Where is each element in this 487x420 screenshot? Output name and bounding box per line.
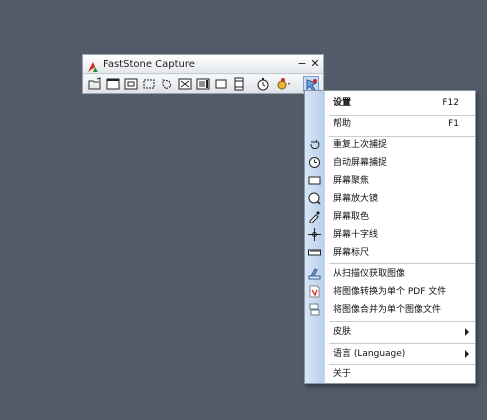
menu-item-settings[interactable]: 设置 F12 — [305, 94, 475, 112]
pdf-icon — [308, 285, 321, 298]
delay-timer-icon[interactable] — [255, 76, 271, 92]
close-button[interactable]: ✕ — [309, 56, 321, 71]
menu-separator — [329, 263, 475, 264]
menu-item-shortcut: F12 — [442, 98, 459, 108]
window-title: FastStone Capture — [103, 58, 195, 70]
menu-item-shortcut: F1 — [448, 119, 459, 129]
menu-item-help[interactable]: 帮助 F1 — [305, 115, 475, 133]
menu-item-label: 自动屏幕捕捉 — [333, 158, 388, 168]
crosshair-icon — [308, 228, 321, 241]
menu-separator — [329, 321, 475, 322]
open-icon[interactable] — [87, 76, 103, 92]
menu-item-label: 将图像合并为单个图像文件 — [333, 305, 442, 315]
menu-item-combine-images[interactable]: 将图像合并为单个图像文件 — [305, 301, 475, 319]
capture-rectangle-icon[interactable] — [141, 76, 157, 92]
menu-item-about[interactable]: 关于 — [305, 365, 475, 383]
submenu-arrow-icon — [465, 350, 469, 358]
menu-item-from-scanner[interactable]: 从扫描仪获取图像 — [305, 265, 475, 283]
ruler-icon — [308, 246, 321, 259]
capture-toolbar-window: FastStone Capture − ✕ — [82, 54, 324, 94]
capture-freehand-icon[interactable] — [159, 76, 175, 92]
capture-scrolling-icon[interactable] — [195, 76, 211, 92]
eyedropper-icon — [308, 210, 321, 223]
scanner-icon — [308, 267, 321, 280]
menu-item-label: 屏幕标尺 — [333, 248, 370, 258]
menu-item-label: 从扫描仪获取图像 — [333, 269, 406, 279]
menu-item-language[interactable]: 语言 (Language) — [305, 345, 475, 363]
menu-item-screen-focus[interactable]: 屏幕聚焦 — [305, 172, 475, 190]
menu-separator — [329, 343, 475, 344]
menu-item-label: 语言 (Language) — [333, 349, 406, 359]
screen-recorder-icon[interactable] — [231, 76, 247, 92]
menu-item-skin[interactable]: 皮肤 — [305, 323, 475, 341]
menu-item-label: 重复上次捕捉 — [333, 140, 388, 150]
menu-item-convert-to-pdf[interactable]: 将图像转换为单个 PDF 文件 — [305, 283, 475, 301]
menu-item-label: 帮助 — [333, 119, 352, 129]
capture-window-object-icon[interactable] — [123, 76, 139, 92]
repeat-capture-icon — [308, 138, 321, 151]
menu-item-label: 屏幕取色 — [333, 212, 370, 222]
menu-item-label: 屏幕聚焦 — [333, 176, 370, 186]
menu-item-ruler[interactable]: 屏幕标尺 — [305, 244, 475, 262]
output-destination-icon[interactable] — [275, 76, 291, 92]
menu-item-color-picker[interactable]: 屏幕取色 — [305, 208, 475, 226]
magnifier-icon — [308, 192, 321, 205]
capture-active-window-icon[interactable] — [105, 76, 121, 92]
menu-item-crosshair[interactable]: 屏幕十字线 — [305, 226, 475, 244]
menu-item-label: 关于 — [333, 369, 352, 379]
submenu-arrow-icon — [465, 328, 469, 336]
capture-fixed-region-icon[interactable] — [213, 76, 229, 92]
screen-focus-icon — [308, 174, 321, 187]
menu-item-repeat-last-capture[interactable]: 重复上次捕捉 — [305, 136, 475, 154]
menu-item-label: 屏幕放大镜 — [333, 194, 379, 204]
menu-item-label: 屏幕十字线 — [333, 230, 379, 240]
capture-toolbar — [85, 75, 321, 93]
menu-item-magnifier[interactable]: 屏幕放大镜 — [305, 190, 475, 208]
faststone-logo-icon — [87, 58, 99, 72]
capture-fullscreen-icon[interactable] — [177, 76, 193, 92]
menu-item-auto-capture[interactable]: 自动屏幕捕捉 — [305, 154, 475, 172]
minimize-button[interactable]: − — [296, 56, 308, 71]
combine-images-icon — [308, 303, 321, 316]
title-bar[interactable]: FastStone Capture − ✕ — [83, 55, 323, 74]
menu-item-label: 将图像转换为单个 PDF 文件 — [333, 287, 447, 297]
clock-icon — [308, 156, 321, 169]
menu-item-label: 设置 — [333, 98, 352, 108]
menu-item-label: 皮肤 — [333, 327, 352, 337]
settings-dropdown-menu: 设置 F12 帮助 F1 重复上次捕捉 自动屏幕捕捉 屏幕聚焦 屏幕放大镜 屏幕 — [304, 90, 476, 384]
